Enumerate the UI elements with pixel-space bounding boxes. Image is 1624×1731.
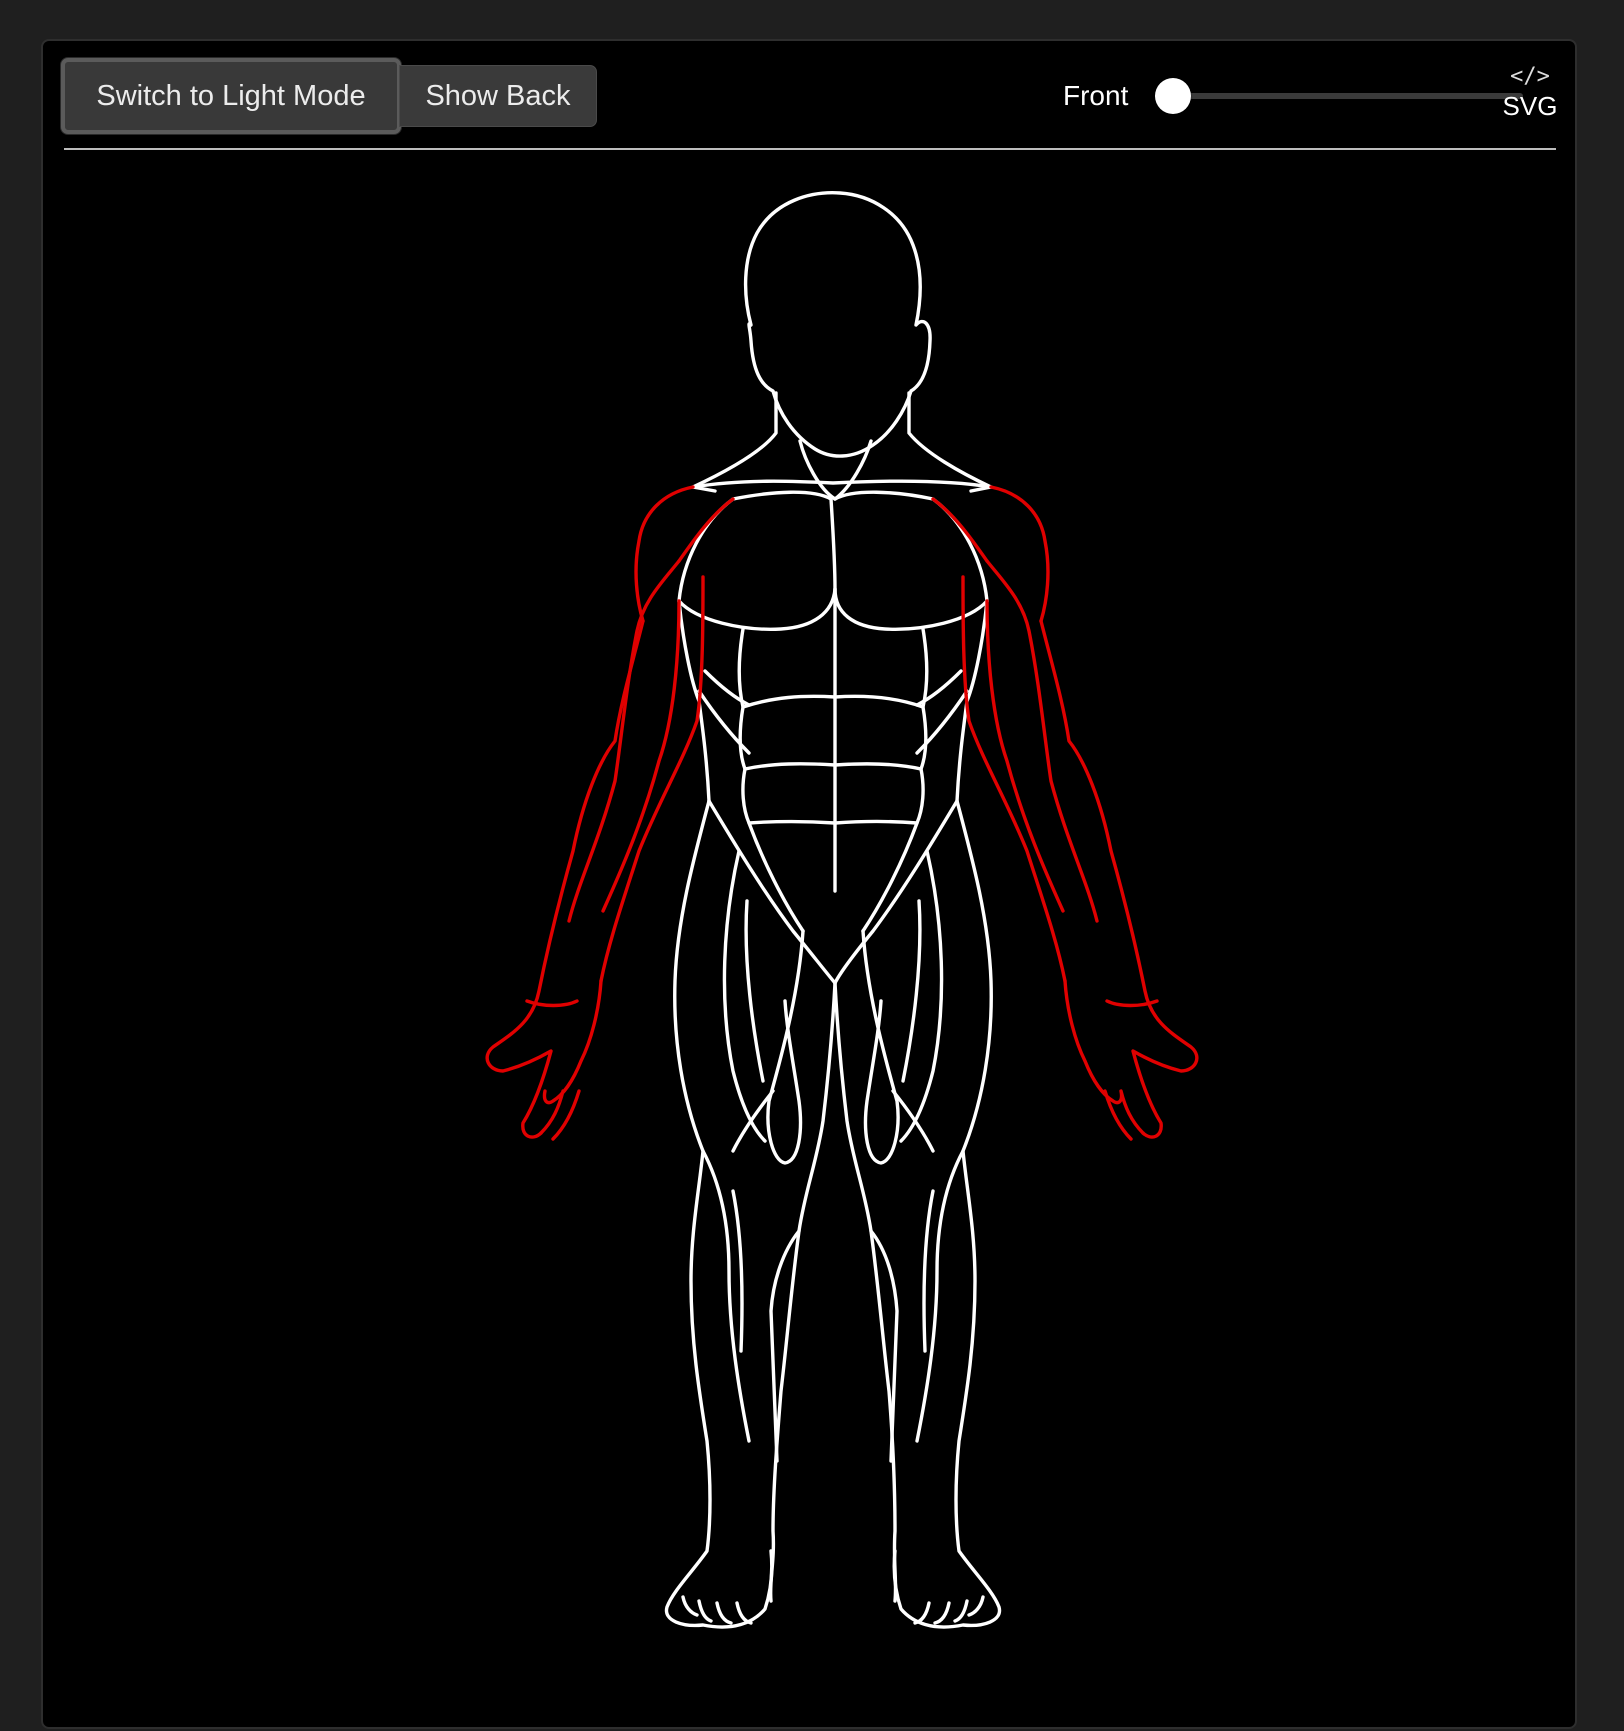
left-leg-inner	[768, 981, 837, 1603]
head	[743, 191, 932, 458]
right-hand	[1063, 979, 1159, 1141]
right-leg-inner	[833, 981, 898, 1603]
body-outline-white	[664, 191, 1002, 1629]
body-figure[interactable]	[43, 41, 1579, 1731]
right-leg-outer	[892, 799, 1002, 1629]
left-leg-outer	[664, 799, 774, 1629]
muscle-viewer-panel: Switch to Light Mode Show Back Front </>…	[41, 39, 1577, 1729]
left-arm-outer	[485, 619, 645, 1139]
right-deltoid	[989, 485, 1050, 623]
abs-upper	[737, 627, 929, 709]
right-arm-outer	[1039, 619, 1199, 1139]
left-hand	[525, 979, 603, 1141]
arms-highlighted[interactable]	[485, 485, 1199, 1141]
